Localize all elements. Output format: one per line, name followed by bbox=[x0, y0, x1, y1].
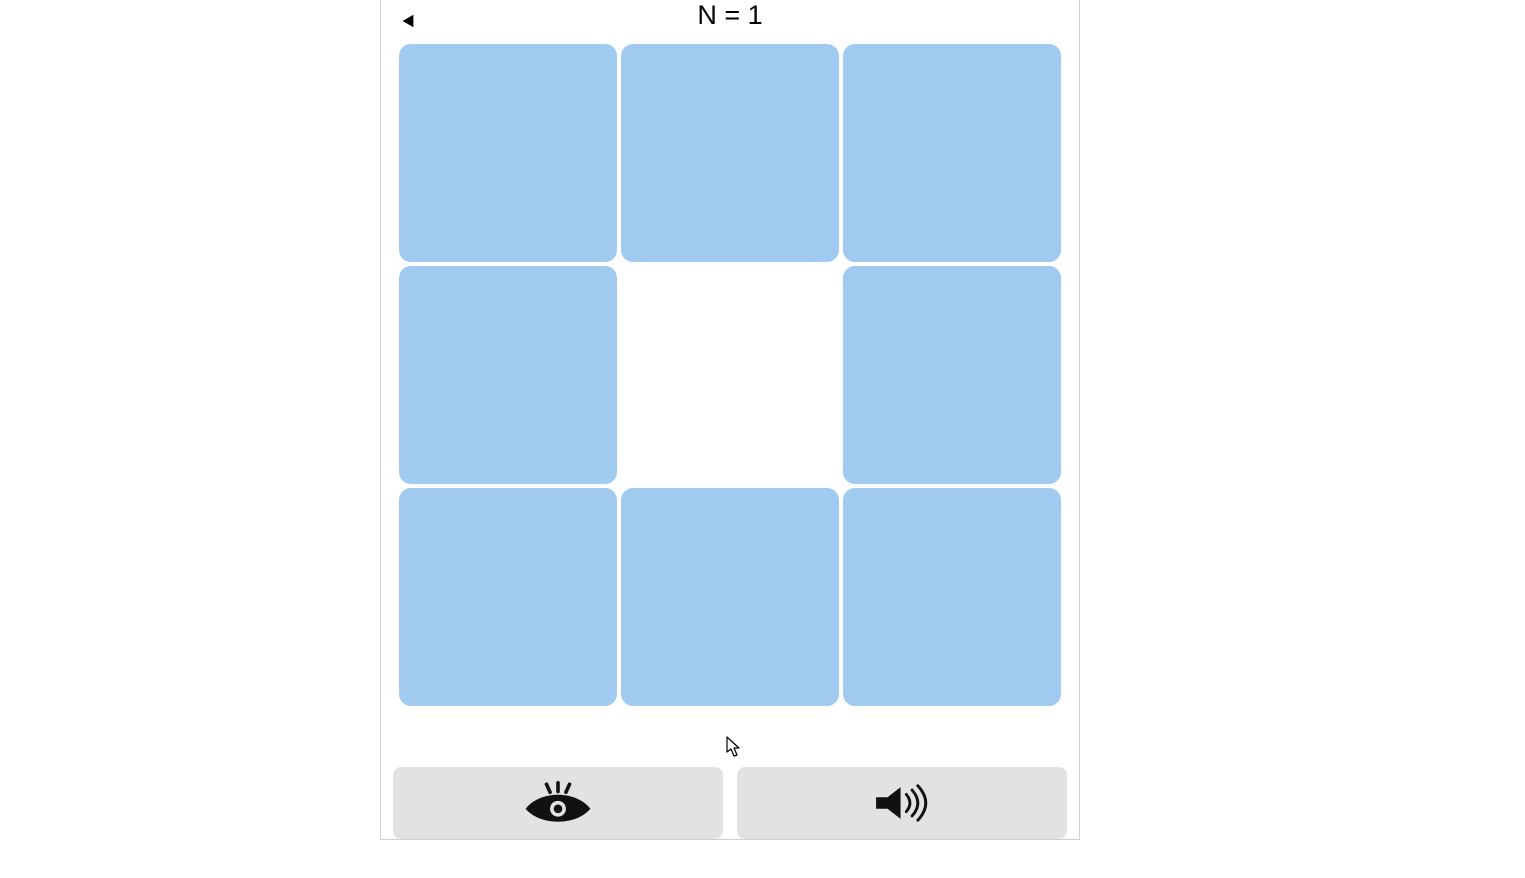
game-panel: N = 1 bbox=[380, 0, 1080, 840]
grid-cell-6 bbox=[399, 488, 617, 706]
speaker-icon bbox=[866, 781, 938, 825]
grid-cell-2 bbox=[843, 44, 1061, 262]
level-title: N = 1 bbox=[381, 0, 1079, 30]
grid-cell-0 bbox=[399, 44, 617, 262]
grid-cell-8 bbox=[843, 488, 1061, 706]
audio-match-button[interactable] bbox=[737, 767, 1067, 839]
grid-cell-4 bbox=[621, 266, 839, 484]
grid-container bbox=[399, 44, 1061, 706]
header: N = 1 bbox=[381, 0, 1079, 40]
grid-cell-5 bbox=[843, 266, 1061, 484]
grid-cell-1 bbox=[621, 44, 839, 262]
grid-cell-3 bbox=[399, 266, 617, 484]
visual-match-button[interactable] bbox=[393, 767, 723, 839]
grid-cell-7 bbox=[621, 488, 839, 706]
eye-icon bbox=[522, 781, 594, 825]
action-bar bbox=[393, 767, 1067, 839]
